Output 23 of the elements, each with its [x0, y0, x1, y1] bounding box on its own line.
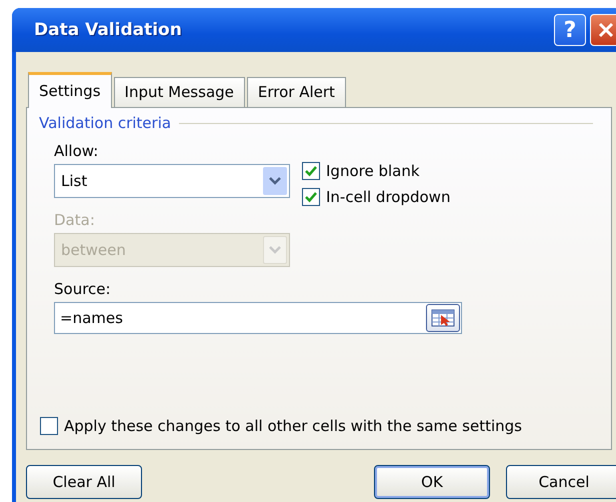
allow-label: Allow:: [54, 142, 100, 160]
dialog-button[interactable]: Cancel: [506, 465, 616, 499]
group-title: Validation criteria: [39, 114, 172, 132]
source-field[interactable]: =names: [54, 302, 462, 334]
checkbox-label: Apply these changes to all other cells with the same settings: [64, 417, 522, 435]
checkbox[interactable]: [40, 417, 58, 435]
checkbox-label: In-cell dropdown: [326, 188, 450, 206]
tab[interactable]: Error Alert: [246, 77, 346, 107]
window-title: Data Validation: [34, 20, 183, 40]
checkbox-label: Ignore blank: [326, 162, 420, 180]
dialog-button[interactable]: Clear All: [26, 465, 142, 499]
dialog-button[interactable]: OK: [374, 465, 490, 499]
source-label: Source:: [54, 280, 112, 298]
checkbox[interactable]: [302, 188, 320, 206]
close-icon: [596, 20, 616, 40]
checkbox[interactable]: [302, 162, 320, 180]
help-button[interactable]: ?: [554, 14, 586, 46]
range-select-icon[interactable]: [426, 304, 460, 332]
data-label: Data:: [54, 211, 96, 229]
close-button[interactable]: [590, 14, 616, 46]
tab[interactable]: Input Message: [114, 77, 245, 107]
tab[interactable]: Settings: [28, 72, 112, 108]
allow-dropdown[interactable]: List: [54, 164, 290, 198]
